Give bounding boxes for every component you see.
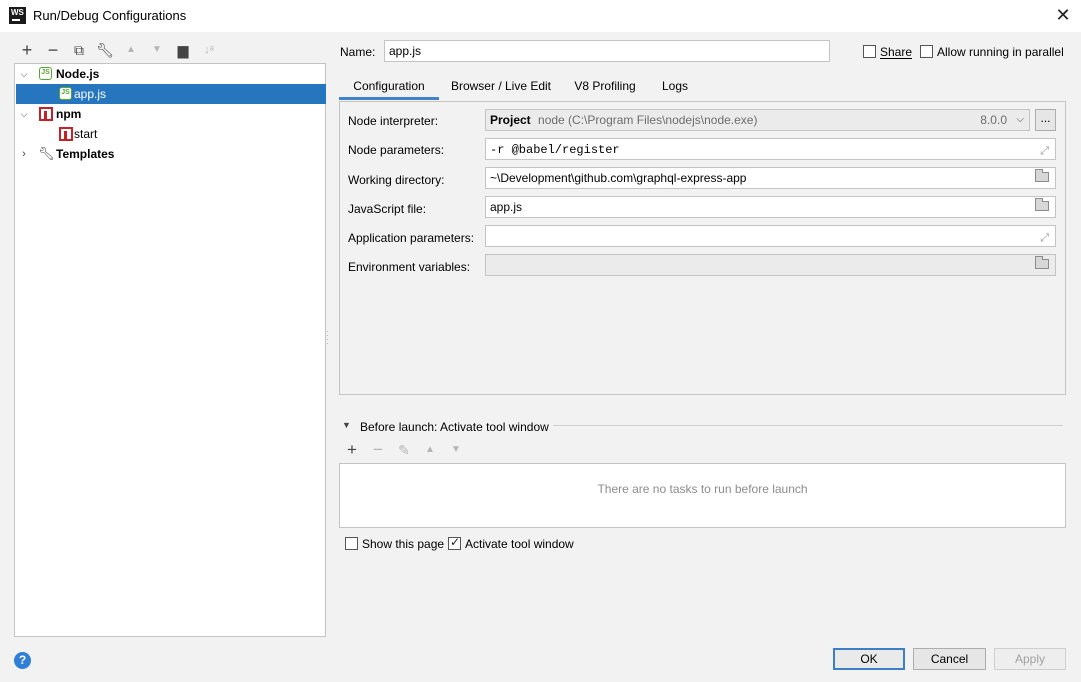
show-this-page-label: Show this page [362, 537, 445, 551]
remove-icon[interactable]: − [44, 41, 62, 59]
browse-interpreter-button[interactable]: ... [1035, 109, 1056, 131]
tree-item-nodejs[interactable]: ⌵ JS Node.js [16, 64, 326, 84]
copy-icon[interactable]: ⧉ [70, 41, 88, 59]
webstorm-logo-icon: WS [9, 7, 26, 24]
chevron-down-icon: ⌵ [1016, 114, 1024, 125]
interpreter-path: node (C:\Program Files\nodejs\node.exe) [538, 113, 758, 127]
tree-item-label: start [74, 127, 98, 141]
javascript-file-value: app.js [490, 200, 523, 214]
nodejs-icon: JS [39, 67, 52, 80]
splitter-handle[interactable]: · · · · [326, 328, 331, 348]
application-parameters-label: Application parameters: [348, 231, 475, 245]
tree-item-label: Templates [56, 147, 115, 161]
activate-tool-window-checkbox[interactable] [448, 535, 461, 550]
apply-button[interactable]: Apply [994, 648, 1066, 670]
tree-item-label: Node.js [56, 67, 100, 81]
cancel-button[interactable]: Cancel [913, 648, 986, 670]
chevron-right-icon[interactable]: › [18, 144, 30, 164]
working-directory-value: ~\Development\github.com\graphql-express… [490, 171, 747, 185]
move-down-icon[interactable]: ▼ [148, 41, 166, 59]
before-launch-task-list[interactable]: There are no tasks to run before launch [339, 463, 1066, 528]
divider [553, 425, 1063, 426]
nodejs-icon: JS [59, 87, 72, 100]
javascript-file-input[interactable]: app.js [485, 196, 1056, 218]
tab-browser-live-edit[interactable]: Browser / Live Edit [446, 72, 556, 100]
window-title: Run/Debug Configurations [33, 8, 187, 23]
configuration-tree[interactable]: ⌵ JS Node.js JS app.js ⌵ npm start › 🔧︎ … [14, 63, 326, 637]
tab-logs[interactable]: Logs [656, 72, 694, 100]
working-directory-input[interactable]: ~\Development\github.com\graphql-express… [485, 167, 1056, 189]
tree-item-npm[interactable]: ⌵ npm [16, 104, 326, 124]
empty-tasks-text: There are no tasks to run before launch [597, 482, 808, 496]
remove-task-icon[interactable]: − [369, 441, 387, 459]
help-icon[interactable]: ? [14, 652, 31, 669]
move-up-icon[interactable]: ▲ [122, 41, 140, 59]
tree-item-label: app.js [74, 87, 107, 101]
add-task-icon[interactable]: + [343, 441, 361, 459]
node-parameters-value: -r @babel/register [490, 143, 620, 157]
move-up-icon[interactable]: ▲ [421, 441, 439, 459]
tree-item-start[interactable]: start [16, 124, 326, 144]
application-parameters-input[interactable]: ⤢ [485, 225, 1056, 247]
environment-variables-label: Environment variables: [348, 260, 471, 274]
expand-icon[interactable]: ⤢ [1040, 141, 1049, 161]
name-label: Name: [340, 45, 376, 59]
collapse-arrow-icon[interactable]: ▼ [342, 420, 351, 430]
node-parameters-input[interactable]: -r @babel/register ⤢ [485, 138, 1056, 160]
wrench-icon[interactable]: 🔧︎ [96, 41, 114, 59]
sort-icon[interactable]: ↓ᵃ [200, 41, 218, 59]
tree-item-templates[interactable]: › 🔧︎ Templates [16, 144, 326, 164]
chevron-down-icon[interactable]: ⌵ [18, 64, 30, 84]
tab-configuration[interactable]: Configuration [339, 72, 439, 100]
npm-icon [59, 127, 73, 141]
tab-v8-profiling[interactable]: V8 Profiling [566, 72, 644, 100]
edit-task-icon[interactable]: ✎ [395, 441, 413, 459]
activate-tool-window-label: Activate tool window [465, 537, 574, 551]
tree-item-app-js[interactable]: JS app.js [16, 84, 326, 104]
expand-icon[interactable]: ⤢ [1040, 228, 1049, 248]
allow-parallel-checkbox[interactable] [920, 45, 933, 58]
interpreter-kind: Project [490, 113, 531, 127]
allow-parallel-label: Allow running in parallel [937, 45, 1064, 59]
environment-variables-input[interactable] [485, 254, 1056, 276]
add-icon[interactable]: + [18, 41, 36, 59]
interpreter-version: 8.0.0 [980, 113, 1007, 127]
before-launch-title: Before launch: Activate tool window [360, 420, 549, 434]
node-interpreter-label: Node interpreter: [348, 114, 439, 128]
name-input[interactable]: app.js [384, 40, 830, 62]
move-down-icon[interactable]: ▼ [447, 441, 465, 459]
show-this-page-checkbox[interactable] [345, 537, 358, 550]
chevron-down-icon[interactable]: ⌵ [18, 104, 30, 124]
node-parameters-label: Node parameters: [348, 143, 445, 157]
share-label: Share [880, 45, 913, 59]
tree-item-label: npm [56, 107, 82, 121]
wrench-icon: 🔧︎ [38, 146, 55, 161]
npm-icon [39, 107, 53, 121]
working-directory-label: Working directory: [348, 173, 445, 187]
new-folder-icon[interactable]: ▆ [174, 41, 192, 59]
node-interpreter-select[interactable]: Project node (C:\Program Files\nodejs\no… [485, 109, 1030, 131]
close-icon[interactable]: ✕ [1052, 5, 1074, 25]
folder-icon[interactable] [1035, 169, 1049, 182]
folder-icon[interactable] [1035, 198, 1049, 211]
folder-icon[interactable] [1035, 256, 1049, 269]
ok-button[interactable]: OK [833, 648, 905, 670]
share-checkbox[interactable] [863, 45, 876, 58]
javascript-file-label: JavaScript file: [348, 202, 427, 216]
